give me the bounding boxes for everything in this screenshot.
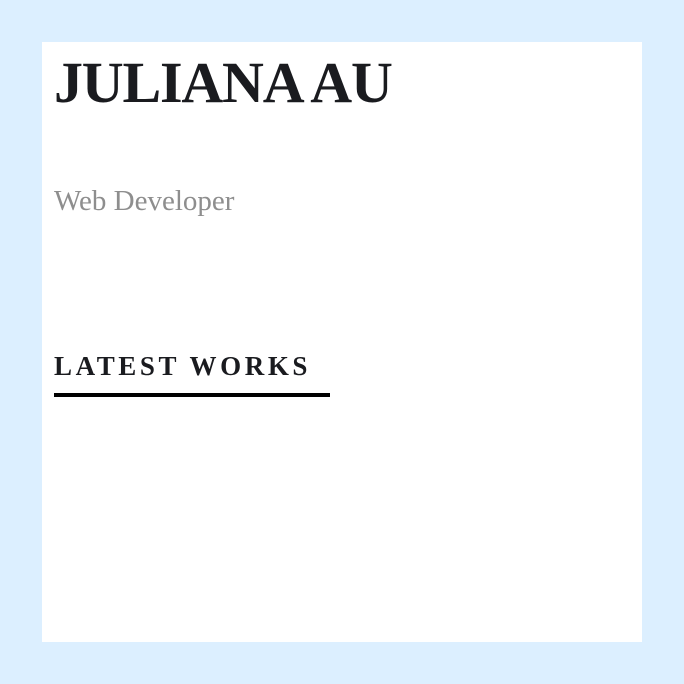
profile-role: Web Developer <box>54 185 235 217</box>
portfolio-card: JULIANA AU Web Developer LATEST WORKS <box>42 42 642 642</box>
latest-works-underline <box>54 393 330 397</box>
page-frame: JULIANA AU Web Developer LATEST WORKS <box>0 0 684 684</box>
latest-works-heading: LATEST WORKS <box>54 351 312 381</box>
profile-name: JULIANA AU <box>54 50 393 115</box>
